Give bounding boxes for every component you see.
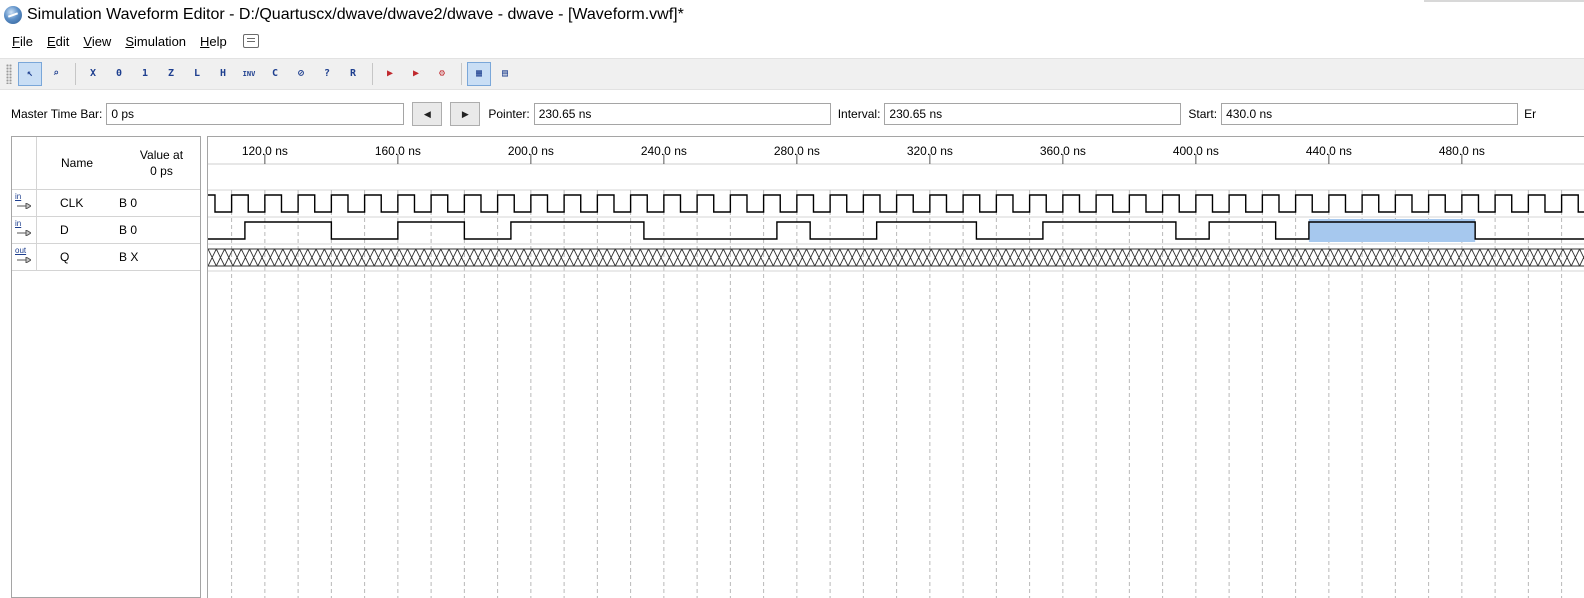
random-values-button[interactable]: R xyxy=(341,62,365,86)
input-pin-icon: in xyxy=(12,190,37,216)
arrange-by-name-icon: ▤ xyxy=(501,68,509,79)
force-high-impedance-icon: Z xyxy=(167,68,175,79)
pointer-field: 230.65 ns xyxy=(533,103,831,125)
start-label: Start: xyxy=(1188,107,1218,121)
ruler-label: 120.0 ns xyxy=(242,144,288,158)
snap-to-grid-button[interactable]: ▦ xyxy=(467,62,491,86)
next-transition-button[interactable]: ▶ xyxy=(450,102,481,126)
ruler-label: 400.0 ns xyxy=(1173,144,1219,158)
generate-netlist-icon: ⚙ xyxy=(438,68,446,79)
force-high-icon: 1 xyxy=(141,68,149,79)
arbitrary-value-button[interactable]: ? xyxy=(315,62,339,86)
force-unknown-icon: X xyxy=(89,68,97,79)
ruler-label: 160.0 ns xyxy=(375,144,421,158)
signal-value: B 0 xyxy=(119,196,138,210)
menu-file[interactable]: File xyxy=(6,34,39,49)
force-weak-high-button[interactable]: H xyxy=(211,62,235,86)
selection-tool-button[interactable]: ↖ xyxy=(18,62,42,86)
run-timing-simulation-button[interactable]: ▶ xyxy=(404,62,428,86)
overwrite-clock-icon: ⊘ xyxy=(297,68,305,79)
ruler-label: 240.0 ns xyxy=(641,144,687,158)
signal-name: Q xyxy=(60,250,70,264)
triangle-right-icon: ▶ xyxy=(461,108,469,119)
master-time-bar-field[interactable]: 0 ps xyxy=(106,103,405,125)
names-header: Name Value at 0 ps xyxy=(12,137,200,190)
waveform-canvas[interactable]: 120.0 ns 160.0 ns 200.0 ns 240.0 ns 280.0 ns… xyxy=(208,137,1584,598)
ruler-label: 280.0 ns xyxy=(774,144,820,158)
signal-row-q[interactable]: out Q B X xyxy=(12,244,200,271)
invert-icon: INV xyxy=(242,69,256,78)
end-label: Er xyxy=(1524,107,1537,121)
ruler-label: 200.0 ns xyxy=(508,144,554,158)
clk-waveform xyxy=(208,194,1584,213)
generate-netlist-button[interactable]: ⚙ xyxy=(430,62,454,86)
arbitrary-value-icon: ? xyxy=(323,68,331,79)
feedback-icon[interactable] xyxy=(242,34,259,48)
force-high-impedance-button[interactable]: Z xyxy=(159,62,183,86)
pointer-label: Pointer: xyxy=(488,107,530,121)
master-time-bar-label: Master Time Bar: xyxy=(11,107,103,121)
interval-label: Interval: xyxy=(837,107,881,121)
interval-field: 230.65 ns xyxy=(884,103,1182,125)
time-bar: Master Time Bar: 0 ps ◀ ▶ Pointer: 230.6… xyxy=(0,100,1584,128)
ruler-label: 320.0 ns xyxy=(907,144,953,158)
menu-view[interactable]: View xyxy=(77,34,117,49)
toolbar-grip[interactable] xyxy=(6,64,12,84)
start-field[interactable]: 430.0 ns xyxy=(1221,103,1519,125)
input-pin-icon: in xyxy=(12,217,37,243)
previous-transition-button[interactable]: ◀ xyxy=(412,102,443,126)
force-weak-high-icon: H xyxy=(219,68,227,79)
title-bar: Simulation Waveform Editor - D:/Quartusc… xyxy=(0,0,1584,30)
snap-to-grid-icon: ▦ xyxy=(475,68,483,79)
triangle-left-icon: ◀ xyxy=(423,108,431,119)
random-values-icon: R xyxy=(349,68,357,79)
run-functional-simulation-icon: ▶ xyxy=(386,68,394,79)
window-title: Simulation Waveform Editor - D:/Quartusc… xyxy=(27,6,684,23)
run-timing-simulation-icon: ▶ xyxy=(412,68,420,79)
menu-help[interactable]: Help xyxy=(194,34,233,49)
force-high-button[interactable]: 1 xyxy=(133,62,157,86)
zoom-tool-button[interactable]: ⌕ xyxy=(44,62,68,86)
signal-name: D xyxy=(60,223,69,237)
force-weak-low-icon: L xyxy=(193,68,201,79)
force-unknown-button[interactable]: X xyxy=(81,62,105,86)
run-functional-simulation-button[interactable]: ▶ xyxy=(378,62,402,86)
force-low-button[interactable]: 0 xyxy=(107,62,131,86)
ruler-label: 480.0 ns xyxy=(1439,144,1485,158)
zoom-tool-icon: ⌕ xyxy=(52,68,60,79)
menu-bar: File Edit View Simulation Help xyxy=(0,30,1584,52)
count-value-icon: C xyxy=(271,68,279,79)
menu-simulation[interactable]: Simulation xyxy=(119,34,192,49)
selection-tool-icon: ↖ xyxy=(26,68,34,79)
arrange-by-name-button[interactable]: ▤ xyxy=(493,62,517,86)
waveform-toolbar: ↖ ⌕ X 0 1 Z L H INV C ⊘? R ▶ ▶ ⚙ ▦ ▤ xyxy=(0,58,1584,90)
value-column-header[interactable]: Value at 0 ps xyxy=(117,137,200,189)
signal-names-panel: Name Value at 0 ps in CLK B 0 in D B 0 out Q B X xyxy=(11,136,201,598)
name-column-header[interactable]: Name xyxy=(37,137,117,189)
force-low-icon: 0 xyxy=(115,68,123,79)
signal-value: B X xyxy=(119,250,139,264)
force-weak-low-button[interactable]: L xyxy=(185,62,209,86)
q-waveform-unknown xyxy=(208,248,1584,267)
signal-value: B 0 xyxy=(119,223,138,237)
signal-name: CLK xyxy=(60,196,84,210)
signal-row-clk[interactable]: in CLK B 0 xyxy=(12,190,200,217)
ruler-label: 360.0 ns xyxy=(1040,144,1086,158)
window-edge-shadow xyxy=(1424,0,1584,2)
quartus-app-icon xyxy=(4,6,22,24)
menu-edit[interactable]: Edit xyxy=(41,34,75,49)
count-value-button[interactable]: C xyxy=(263,62,287,86)
signal-row-d[interactable]: in D B 0 xyxy=(12,217,200,244)
overwrite-clock-button[interactable]: ⊘ xyxy=(289,62,313,86)
waveform-panel[interactable]: 120.0 ns 160.0 ns 200.0 ns 240.0 ns 280.0 ns… xyxy=(207,136,1584,598)
toolbar-separator xyxy=(461,63,462,85)
invert-button[interactable]: INV xyxy=(237,62,261,86)
ruler-label: 440.0 ns xyxy=(1306,144,1352,158)
toolbar-separator xyxy=(372,63,373,85)
toolbar-separator xyxy=(75,63,76,85)
output-pin-icon: out xyxy=(12,244,37,270)
